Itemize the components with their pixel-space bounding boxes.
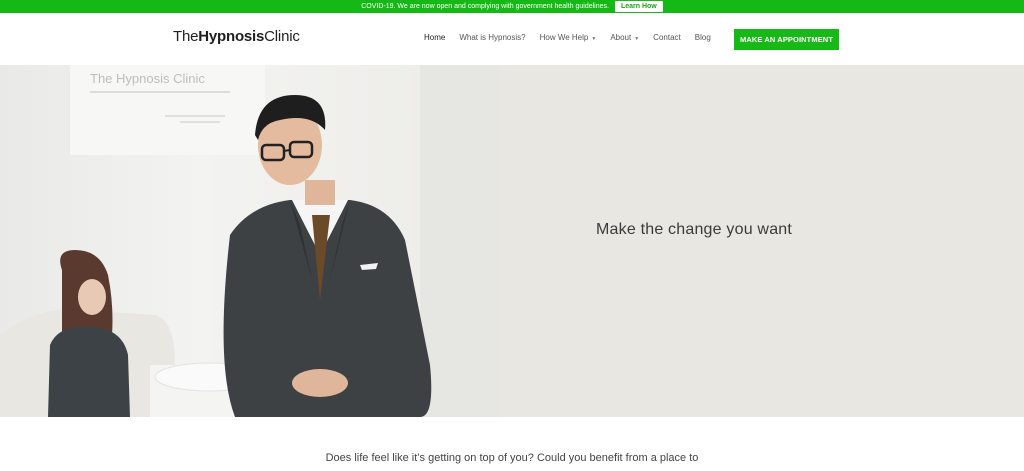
nav-how-we-help-label: How We Help <box>539 33 589 42</box>
nav-what-is-hypnosis[interactable]: What is Hypnosis? <box>459 33 525 42</box>
wall-sign-text: The Hypnosis Clinic <box>90 71 205 86</box>
hero-illustration: The Hypnosis Clinic <box>0 65 500 417</box>
logo-word-hypnosis: Hypnosis <box>198 28 265 45</box>
caret-down-icon: ▼ <box>591 36 597 42</box>
hero-banner: The Hypnosis Clinic Make the change you … <box>0 65 1024 417</box>
announcement-bar: COVID-19. We are now open and complying … <box>0 0 1024 13</box>
nav-contact[interactable]: Contact <box>653 33 681 42</box>
nav-blog[interactable]: Blog <box>695 33 711 42</box>
site-header: TheHypnosisClinic Home What is Hypnosis?… <box>0 13 1024 65</box>
logo-word-the: The <box>173 28 199 45</box>
announcement-text: COVID-19. We are now open and complying … <box>361 3 609 10</box>
main-nav: Home What is Hypnosis? How We Help ▼ Abou… <box>424 33 711 42</box>
learn-how-button[interactable]: Learn How <box>614 1 663 12</box>
make-appointment-button[interactable]: MAKE AN APPOINTMENT <box>734 29 839 50</box>
caret-down-icon: ▼ <box>634 36 640 42</box>
nav-how-we-help[interactable]: How We Help ▼ <box>540 33 597 42</box>
intro-text: Does life feel like it’s getting on top … <box>325 452 699 464</box>
logo-word-clinic: Clinic <box>264 28 300 45</box>
nav-about[interactable]: About ▼ <box>610 33 639 42</box>
site-logo[interactable]: TheHypnosisClinic <box>173 28 300 45</box>
nav-home[interactable]: Home <box>424 33 445 42</box>
nav-about-label: About <box>610 33 632 42</box>
hero-headline: Make the change you want <box>596 221 793 238</box>
hero-photo: The Hypnosis Clinic <box>0 65 500 417</box>
